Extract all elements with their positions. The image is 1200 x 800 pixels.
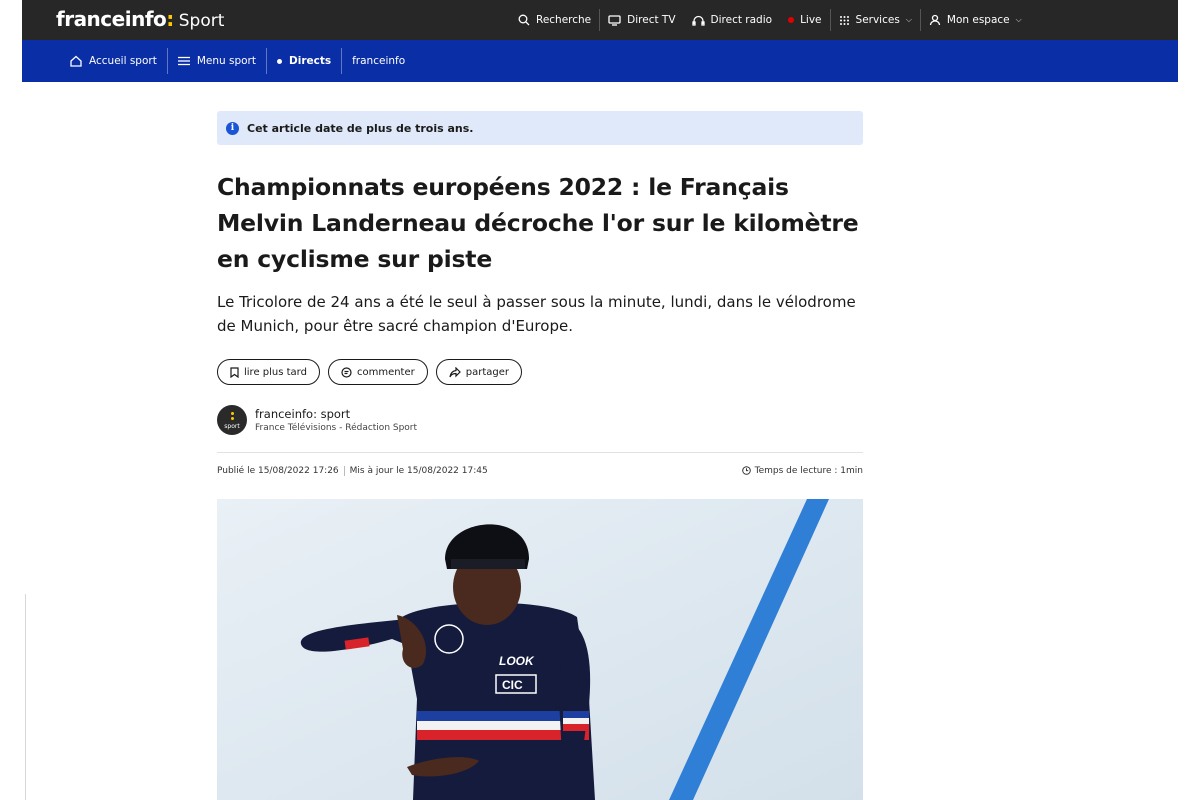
info-icon: i — [226, 121, 239, 135]
direct-tv-label: Direct TV — [627, 14, 676, 26]
mon-espace-label: Mon espace — [946, 14, 1010, 26]
user-icon — [929, 14, 941, 26]
site-logo[interactable]: franceinfo: Sport — [56, 7, 224, 31]
home-icon — [70, 55, 82, 67]
directs-link[interactable]: Directs — [267, 55, 341, 67]
sport-sub-nav: Accueil sport Menu sport Directs francei… — [22, 40, 1178, 82]
avatar[interactable]: sport — [217, 405, 247, 435]
page-edge-divider — [25, 594, 26, 800]
top-bar: franceinfo: Sport Recherche Direct TV Dir… — [22, 0, 1178, 40]
share-label: partager — [465, 366, 509, 378]
sleeve-red — [563, 724, 589, 731]
publication-dates: Publié le 15/08/2022 17:26 Mis à jour le… — [217, 465, 488, 476]
accueil-sport-link[interactable]: Accueil sport — [60, 55, 167, 67]
share-button[interactable]: partager — [435, 359, 522, 385]
read-later-button[interactable]: lire plus tard — [217, 359, 320, 385]
read-later-label: lire plus tard — [244, 366, 307, 378]
live-dot-icon — [788, 17, 795, 23]
cyclist-photo-illustration: LOOK CIC — [217, 499, 863, 800]
author-block: sport franceinfo: sport France Télévisio… — [217, 405, 863, 435]
direct-radio-label: Direct radio — [710, 14, 773, 26]
updated-date: Mis à jour le 15/08/2022 17:45 — [349, 465, 488, 476]
search-link[interactable]: Recherche — [510, 14, 599, 26]
article: i Cet article date de plus de trois ans.… — [217, 111, 863, 488]
services-menu[interactable]: Services ⌵ — [831, 14, 920, 26]
old-article-notice: i Cet article date de plus de trois ans. — [217, 111, 863, 145]
franceinfo-label: franceinfo — [352, 55, 406, 67]
comment-label: commenter — [356, 366, 415, 378]
meta-divider — [343, 465, 345, 476]
chevron-down-icon: ⌵ — [1015, 15, 1022, 24]
live-link[interactable]: Live — [780, 14, 829, 26]
accueil-sport-label: Accueil sport — [89, 55, 157, 67]
author-organization: France Télévisions - Rédaction Sport — [255, 423, 418, 433]
reading-time-label: Temps de lecture : 1min — [754, 465, 863, 476]
chevron-down-icon: ⌵ — [905, 15, 912, 24]
direct-tv-link[interactable]: Direct TV — [600, 14, 683, 26]
menu-icon — [177, 56, 190, 66]
menu-sport-button[interactable]: Menu sport — [168, 55, 266, 67]
avatar-tag: sport — [224, 423, 240, 430]
franceinfo-link[interactable]: franceinfo — [342, 55, 415, 67]
article-meta: Publié le 15/08/2022 17:26 Mis à jour le… — [217, 452, 863, 488]
sleeve-blue — [563, 711, 589, 718]
comment-icon — [341, 366, 352, 378]
article-title: Championnats européens 2022 : le Françai… — [217, 173, 859, 273]
top-nav: Recherche Direct TV Direct radio Live Se… — [510, 0, 1030, 40]
sleeve-white — [563, 718, 589, 724]
article-actions: lire plus tard commenter partager — [217, 359, 863, 385]
helmet-visor — [451, 559, 525, 569]
services-label: Services — [855, 14, 900, 26]
brand-dots-icon — [231, 412, 234, 421]
menu-sport-label: Menu sport — [196, 55, 256, 67]
share-icon — [449, 366, 461, 377]
brand-name: franceinfo — [56, 7, 167, 31]
brand-section: Sport — [178, 11, 225, 31]
notice-text: Cet article date de plus de trois ans. — [247, 121, 474, 135]
clock-icon — [741, 466, 751, 475]
live-label: Live — [800, 14, 822, 26]
jersey-text-cic: CIC — [502, 678, 523, 692]
jersey-text-look: LOOK — [499, 654, 535, 668]
published-date: Publié le 15/08/2022 17:26 — [217, 465, 339, 476]
article-lead: Le Tricolore de 24 ans a été le seul à p… — [217, 293, 856, 335]
mon-espace-menu[interactable]: Mon espace ⌵ — [921, 14, 1030, 26]
direct-radio-link[interactable]: Direct radio — [684, 14, 781, 26]
reading-time: Temps de lecture : 1min — [741, 465, 863, 476]
directs-label: Directs — [289, 55, 332, 67]
comment-button[interactable]: commenter — [327, 359, 428, 385]
headphones-icon — [691, 15, 705, 26]
brand-colon: : — [166, 7, 174, 31]
grid-icon — [839, 15, 849, 25]
dot-icon — [277, 58, 282, 64]
article-photo: LOOK CIC — [217, 499, 863, 800]
bookmark-icon — [230, 366, 239, 378]
tv-icon — [608, 14, 621, 26]
search-icon — [518, 14, 530, 26]
author-name[interactable]: franceinfo: sport — [255, 407, 417, 421]
search-label: Recherche — [536, 14, 592, 26]
